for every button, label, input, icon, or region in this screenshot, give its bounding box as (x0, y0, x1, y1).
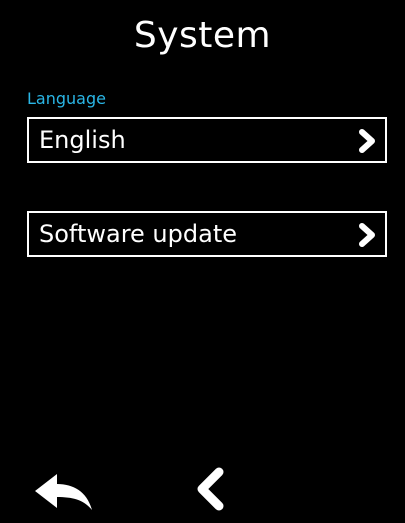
page-title: System (133, 15, 272, 56)
system-screen: System Language English Software update (13, 0, 392, 523)
language-button[interactable]: English (27, 117, 387, 163)
software-update-label: Software update (39, 220, 237, 248)
language-section-label: Language (27, 89, 106, 108)
back-arrow-icon (34, 472, 94, 512)
previous-button[interactable] (192, 466, 228, 512)
chevron-left-icon (192, 466, 228, 512)
chevron-right-icon (357, 223, 379, 247)
back-button[interactable] (34, 472, 94, 512)
software-update-button[interactable]: Software update (27, 211, 387, 257)
language-value: English (39, 126, 126, 154)
chevron-right-icon (357, 129, 379, 153)
